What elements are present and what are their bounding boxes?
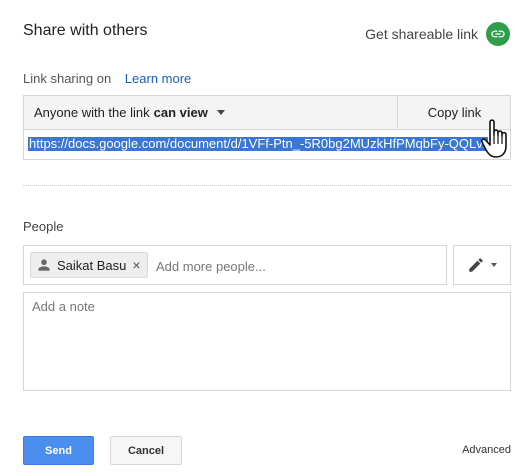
share-url-field[interactable]: https://docs.google.com/document/d/1VFf-… bbox=[23, 130, 511, 160]
access-prefix: Anyone with the link bbox=[34, 105, 150, 120]
learn-more-link[interactable]: Learn more bbox=[125, 71, 191, 86]
note-textarea[interactable] bbox=[24, 293, 510, 390]
cancel-button[interactable]: Cancel bbox=[110, 436, 182, 465]
link-icon bbox=[486, 22, 510, 46]
get-shareable-link-label: Get shareable link bbox=[365, 26, 478, 42]
link-sharing-row: Link sharing on Learn more bbox=[23, 71, 191, 86]
chip-name: Saikat Basu bbox=[57, 257, 127, 273]
section-divider bbox=[23, 185, 511, 186]
advanced-link[interactable]: Advanced bbox=[462, 444, 511, 456]
person-chip[interactable]: Saikat Basu × bbox=[30, 252, 148, 278]
share-url-text[interactable]: https://docs.google.com/document/d/1VFf-… bbox=[28, 137, 489, 151]
add-people-input[interactable] bbox=[154, 246, 438, 286]
link-access-bar: Anyone with the link can view Copy link bbox=[23, 95, 511, 130]
link-sharing-status: Link sharing on bbox=[23, 71, 112, 86]
close-icon[interactable]: × bbox=[132, 258, 140, 272]
people-label: People bbox=[23, 219, 64, 234]
people-input-box[interactable]: Saikat Basu × bbox=[23, 245, 447, 286]
permission-dropdown-button[interactable] bbox=[453, 245, 511, 285]
access-level: can view bbox=[153, 105, 208, 120]
get-shareable-link-button[interactable]: Get shareable link bbox=[365, 22, 510, 46]
access-level-dropdown[interactable]: Anyone with the link can view bbox=[24, 96, 397, 129]
person-icon bbox=[38, 259, 50, 271]
hand-pointer-icon bbox=[480, 119, 507, 158]
chevron-down-icon bbox=[216, 110, 225, 115]
send-button[interactable]: Send bbox=[23, 436, 94, 465]
dialog-title: Share with others bbox=[23, 22, 148, 39]
chevron-down-icon bbox=[491, 263, 497, 267]
pencil-icon bbox=[469, 258, 483, 272]
note-field[interactable] bbox=[23, 292, 511, 391]
